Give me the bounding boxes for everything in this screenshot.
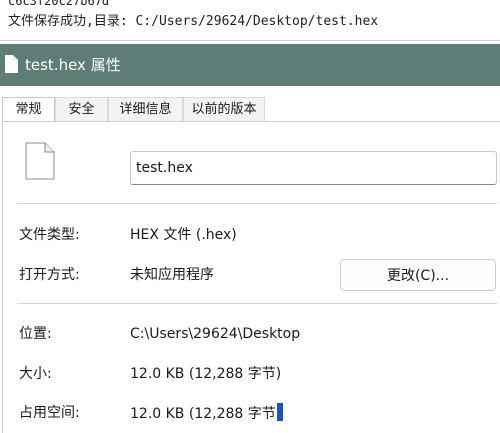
tab-security[interactable]: 安全 (55, 97, 108, 121)
tab-previous-versions[interactable]: 以前的版本 (183, 97, 265, 121)
divider (17, 303, 497, 304)
tab-details[interactable]: 详细信息 (108, 97, 183, 121)
console-line-hash: c6c3f20c27b67d (8, 0, 110, 8)
disk-size-value-row: 12.0 KB (12,288 字节 (130, 403, 283, 424)
console-output: c6c3f20c27b67d 文件保存成功,目录: C:/Users/29624… (0, 0, 500, 41)
file-type-value: HEX 文件 (.hex) (130, 227, 237, 243)
file-name-input[interactable] (130, 151, 497, 185)
file-type-label: 文件类型: (19, 227, 80, 243)
open-with-label: 打开方式: (19, 267, 80, 283)
location-value: C:\Users\29624\Desktop (130, 326, 301, 342)
size-label: 大小: (19, 366, 52, 382)
open-with-value: 未知应用程序 (130, 267, 214, 283)
window-title: test.hex 属性 (25, 56, 121, 74)
console-line-save-message: 文件保存成功,目录: C:/Users/29624/Desktop/test.h… (8, 14, 379, 29)
location-label: 位置: (19, 326, 52, 342)
disk-size-value: 12.0 KB (12,288 字节 (130, 406, 276, 422)
tab-general-label: 常规 (15, 102, 42, 117)
file-icon (25, 142, 55, 180)
general-tab-panel: 文件类型: HEX 文件 (.hex) 打开方式: 未知应用程序 更改(C)..… (2, 121, 500, 433)
tab-general[interactable]: 常规 (2, 97, 55, 122)
size-value: 12.0 KB (12,288 字节) (130, 366, 282, 382)
tab-previous-versions-label: 以前的版本 (191, 102, 257, 117)
properties-titlebar[interactable]: test.hex 属性 (0, 44, 500, 86)
tab-bar: 常规 安全 详细信息 以前的版本 (0, 97, 500, 122)
document-icon (5, 55, 18, 73)
disk-size-label: 占用空间: (19, 405, 80, 421)
tab-details-label: 详细信息 (119, 102, 172, 117)
text-selection-caret (276, 403, 283, 421)
divider (17, 203, 497, 204)
tab-security-label: 安全 (68, 102, 95, 117)
change-button[interactable]: 更改(C)... (340, 259, 496, 291)
